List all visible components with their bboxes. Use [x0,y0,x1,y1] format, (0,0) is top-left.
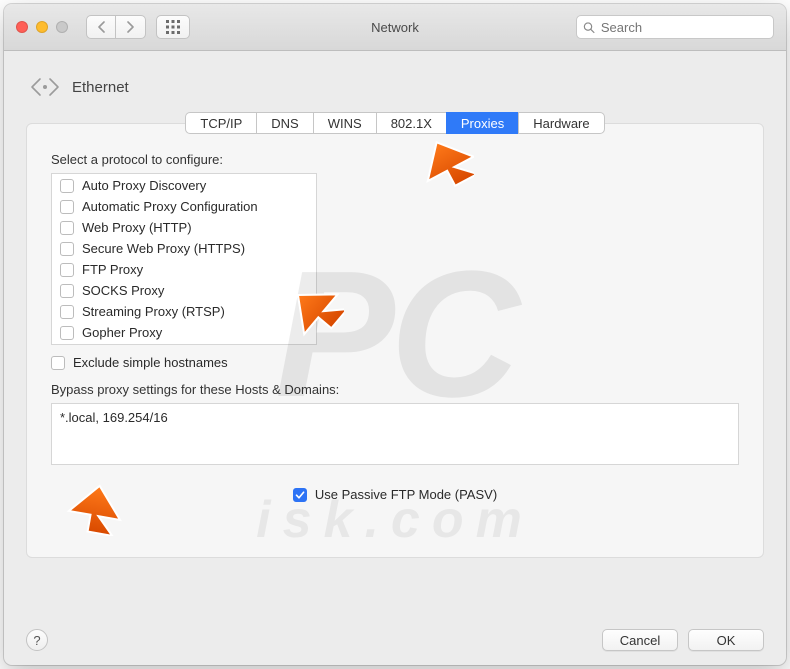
tab-wins[interactable]: WINS [313,112,376,134]
tab-label: TCP/IP [200,116,242,131]
checkmark-icon [295,490,305,500]
tab-dns[interactable]: DNS [256,112,312,134]
protocol-label: Gopher Proxy [82,325,162,340]
tab-proxies[interactable]: Proxies [446,112,518,134]
traffic-lights [16,21,68,33]
protocol-item-https[interactable]: Secure Web Proxy (HTTPS) [52,238,316,259]
checkbox[interactable] [60,242,74,256]
titlebar: Network [4,4,786,51]
protocol-label: SOCKS Proxy [82,283,164,298]
tab-label: Hardware [533,116,589,131]
footer: ? Cancel OK [26,629,764,651]
checkbox[interactable] [60,221,74,235]
protocol-item-gopher[interactable]: Gopher Proxy [52,322,316,343]
proxy-settings-panel: Select a protocol to configure: Auto Pro… [26,123,764,558]
nav-group [86,15,146,39]
button-label: OK [717,633,736,648]
exclude-simple-checkbox[interactable] [51,356,65,370]
bypass-value: *.local, 169.254/16 [60,410,168,425]
protocol-list[interactable]: Auto Proxy Discovery Automatic Proxy Con… [51,173,317,345]
protocol-label: FTP Proxy [82,262,143,277]
tab-bar: TCP/IP DNS WINS 802.1X Proxies Hardware [4,112,786,134]
protocol-item-http[interactable]: Web Proxy (HTTP) [52,217,316,238]
maximize-window-button[interactable] [56,21,68,33]
search-input[interactable] [599,19,767,36]
checkbox[interactable] [60,305,74,319]
protocol-item-auto-discovery[interactable]: Auto Proxy Discovery [52,175,316,196]
help-label: ? [33,633,40,648]
grid-icon [166,20,180,34]
exclude-simple-row[interactable]: Exclude simple hostnames [51,355,739,370]
protocol-label: Streaming Proxy (RTSP) [82,304,225,319]
search-icon [583,21,595,34]
back-button[interactable] [86,15,116,39]
exclude-simple-label: Exclude simple hostnames [73,355,228,370]
protocol-select-label: Select a protocol to configure: [51,152,739,167]
minimize-window-button[interactable] [36,21,48,33]
checkbox[interactable] [60,179,74,193]
ethernet-icon [30,72,60,102]
checkbox[interactable] [60,326,74,340]
protocol-item-auto-config[interactable]: Automatic Proxy Configuration [52,196,316,217]
tab-label: 802.1X [391,116,432,131]
pane-header: Ethernet [4,51,786,112]
cancel-button[interactable]: Cancel [602,629,678,651]
tab-tcpip[interactable]: TCP/IP [185,112,256,134]
tab-label: DNS [271,116,298,131]
pasv-row[interactable]: Use Passive FTP Mode (PASV) [51,487,739,502]
ok-button[interactable]: OK [688,629,764,651]
tab-label: Proxies [461,116,504,131]
close-window-button[interactable] [16,21,28,33]
tab-hardware[interactable]: Hardware [518,112,604,134]
checkbox[interactable] [60,263,74,277]
button-label: Cancel [620,633,660,648]
forward-button[interactable] [116,15,146,39]
bypass-label: Bypass proxy settings for these Hosts & … [51,382,739,397]
bypass-textarea[interactable]: *.local, 169.254/16 [51,403,739,465]
protocol-label: Secure Web Proxy (HTTPS) [82,241,245,256]
search-field[interactable] [576,15,774,39]
protocol-label: Web Proxy (HTTP) [82,220,192,235]
window: Network Ethernet TCP/IP DNS WINS 802.1X … [4,4,786,665]
pasv-checkbox[interactable] [293,488,307,502]
protocol-label: Automatic Proxy Configuration [82,199,258,214]
window-title: Network [371,20,419,35]
pasv-label: Use Passive FTP Mode (PASV) [315,487,497,502]
pane-title: Ethernet [72,79,129,96]
show-all-button[interactable] [156,15,190,39]
chevron-left-icon [97,21,106,33]
protocol-item-rtsp[interactable]: Streaming Proxy (RTSP) [52,301,316,322]
protocol-label: Auto Proxy Discovery [82,178,206,193]
checkbox[interactable] [60,200,74,214]
checkbox[interactable] [60,284,74,298]
help-button[interactable]: ? [26,629,48,651]
protocol-item-ftp[interactable]: FTP Proxy [52,259,316,280]
tab-label: WINS [328,116,362,131]
tab-8021x[interactable]: 802.1X [376,112,446,134]
protocol-item-socks[interactable]: SOCKS Proxy [52,280,316,301]
chevron-right-icon [126,21,135,33]
